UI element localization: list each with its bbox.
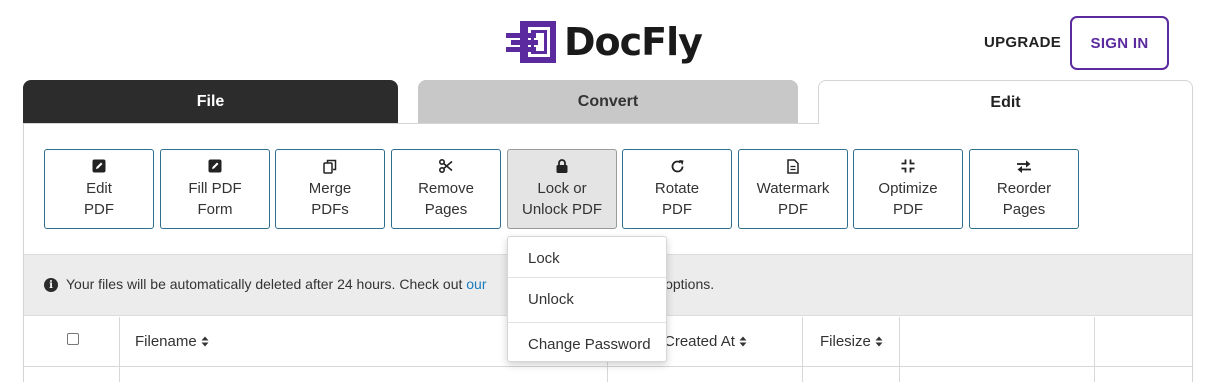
swap-arrows-icon [1016,158,1032,174]
logo-text: DocFly [564,20,703,64]
tool-label: Reorder Pages [996,180,1052,218]
docfly-logo-mark-icon [506,19,558,65]
filename-header[interactable]: Filename [135,333,209,350]
filename-header-label: Filename [135,333,197,350]
created-at-header-label: Created At [664,333,735,350]
sort-icon [201,336,209,347]
lock-unlock-pdf-button[interactable]: Lock or Unlock PDF [507,149,617,229]
filesize-column: Filesize [803,317,900,382]
compress-icon [901,158,915,174]
scissors-icon [439,158,453,174]
edit-icon [92,158,106,174]
tool-label: Watermark PDF [756,180,830,218]
lock-dropdown-menu: Lock Unlock Change Password [507,236,667,362]
rotate-icon [670,158,685,174]
created-at-header[interactable]: Created At [664,333,747,350]
remove-pages-button[interactable]: Remove Pages [391,149,501,229]
tab-edit[interactable]: Edit [818,80,1193,124]
merge-pdfs-button[interactable]: Merge PDFs [275,149,385,229]
tab-file[interactable]: File [23,80,398,124]
notice-text-start: Your files will be automatically deleted… [66,276,467,292]
fill-pdf-form-button[interactable]: Fill PDF Form [160,149,270,229]
document-icon [787,158,799,174]
docfly-logo[interactable]: DocFly [506,19,703,65]
storage-options-link[interactable]: our [466,276,486,292]
edit-pdf-button[interactable]: Edit PDF [44,149,154,229]
lock-icon [556,158,568,174]
sort-icon [875,336,883,347]
optimize-pdf-button[interactable]: Optimize PDF [853,149,963,229]
info-icon: i [44,278,58,292]
form-edit-icon [208,158,222,174]
tool-label: Edit PDF [84,180,114,218]
menu-item-unlock[interactable]: Unlock [508,278,666,321]
reorder-pages-button[interactable]: Reorder Pages [969,149,1079,229]
menu-item-change-password[interactable]: Change Password [508,323,666,366]
tool-label: Fill PDF Form [188,180,242,218]
tool-label: Optimize PDF [878,180,938,218]
menu-item-lock[interactable]: Lock [508,237,666,280]
header: DocFly UPGRADE SIGN IN [0,0,1218,80]
upgrade-link[interactable]: UPGRADE [984,34,1061,51]
select-all-checkbox[interactable] [67,333,79,345]
rotate-pdf-button[interactable]: Rotate PDF [622,149,732,229]
checkbox-column [24,317,120,382]
filesize-header-label: Filesize [820,333,871,350]
tab-convert[interactable]: Convert [418,80,798,124]
tool-label: Remove Pages [418,180,474,218]
watermark-pdf-button[interactable]: Watermark PDF [738,149,848,229]
sort-icon [739,336,747,347]
tool-label: Merge PDFs [308,180,352,218]
actions-column [900,317,1095,382]
sign-in-button[interactable]: SIGN IN [1070,16,1169,70]
divider [23,123,818,124]
tool-label: Lock or Unlock PDF [521,180,603,218]
filesize-header[interactable]: Filesize [820,333,883,350]
tool-label: Rotate PDF [654,180,700,218]
copy-icon [323,158,337,174]
table-divider [24,366,1192,367]
